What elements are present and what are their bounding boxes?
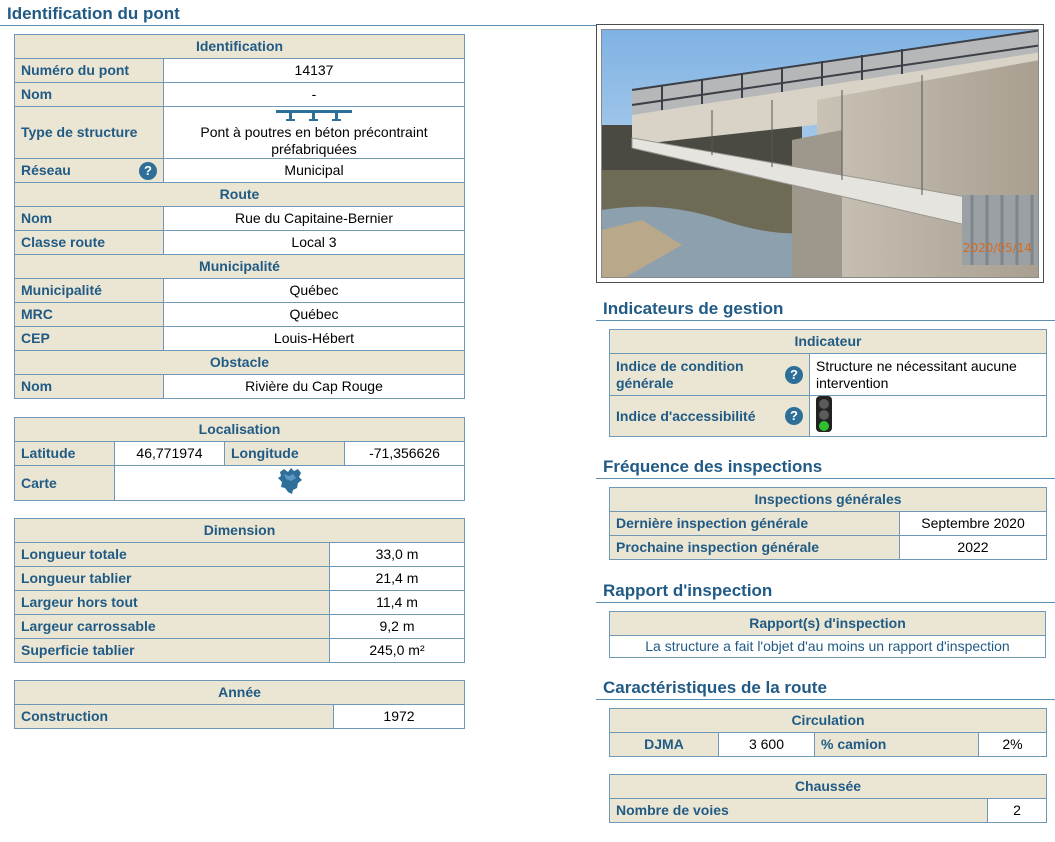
municipalite-header: Municipalité: [14, 254, 465, 279]
djma-label: DJMA: [609, 732, 719, 757]
municipalite-value: Québec: [163, 278, 465, 303]
rapport-link[interactable]: La structure a fait l'objet d'au moins u…: [609, 635, 1046, 658]
latitude-label: Latitude: [14, 441, 115, 466]
reseau-value: Municipal: [163, 158, 465, 183]
nombre-voies-value: 2: [987, 798, 1047, 823]
derniere-inspection-label: Dernière inspection générale: [609, 511, 900, 536]
bridge-photo[interactable]: 2020/05/14: [596, 24, 1044, 283]
cep-value: Louis-Hébert: [163, 326, 465, 351]
obstacle-nom-label: Nom: [14, 374, 164, 399]
nombre-voies-label: Nombre de voies: [609, 798, 988, 823]
longueur-totale-value: 33,0 m: [328, 542, 466, 567]
accessibilite-label: Indice d'accessibilité: [616, 407, 756, 424]
largeur-carrossable-value: 9,2 m: [328, 614, 466, 639]
localisation-table: Localisation Latitude 46,771974 Longitud…: [14, 417, 465, 501]
obstacle-nom-value: Rivière du Cap Rouge: [163, 374, 465, 399]
longitude-label: Longitude: [224, 441, 345, 466]
type-structure-value: Pont à poutres en béton précontraint pré…: [200, 124, 428, 157]
chaussee-header: Chaussée: [609, 774, 1047, 799]
mrc-label: MRC: [14, 302, 164, 327]
section-title-caracteristiques: Caractéristiques de la route: [596, 677, 1055, 700]
largeur-carrossable-label: Largeur carrossable: [14, 614, 330, 639]
longueur-totale-label: Longueur totale: [14, 542, 330, 567]
reseau-label: Réseau: [21, 162, 71, 178]
prochaine-inspection-value: 2022: [899, 535, 1047, 560]
bridge-photo-image: 2020/05/14: [601, 29, 1039, 278]
help-icon[interactable]: ?: [139, 161, 157, 180]
quebec-map-icon: [277, 468, 302, 494]
localisation-header: Localisation: [14, 417, 465, 442]
classe-route-label: Classe route: [14, 230, 164, 255]
circulation-table: Circulation DJMA 3 600 % camion 2%: [609, 708, 1047, 757]
nom-label: Nom: [14, 82, 164, 107]
identification-header: Identification: [14, 34, 465, 59]
prochaine-inspection-label: Prochaine inspection générale: [609, 535, 900, 560]
rapport-table: Rapport(s) d'inspection La structure a f…: [609, 611, 1046, 658]
construction-label: Construction: [14, 704, 334, 729]
reseau-label-cell: Réseau ?: [14, 158, 164, 183]
route-header: Route: [14, 182, 465, 207]
djma-value: 3 600: [718, 732, 815, 757]
superficie-tablier-value: 245,0 m²: [328, 638, 466, 663]
beam-bridge-icon: [276, 110, 352, 121]
cep-label: CEP: [14, 326, 164, 351]
carte-link[interactable]: [275, 466, 305, 500]
carte-cell: [114, 465, 465, 501]
largeur-hors-tout-label: Largeur hors tout: [14, 590, 330, 615]
latitude-value: 46,771974: [114, 441, 225, 466]
annee-header: Année: [13, 680, 466, 705]
dimension-table: Dimension Longueur totale 33,0 m Longueu…: [13, 518, 466, 663]
frequence-table: Inspections générales Dernière inspectio…: [609, 487, 1047, 560]
superficie-tablier-label: Superficie tablier: [14, 638, 330, 663]
route-nom-label: Nom: [14, 206, 164, 231]
condition-value: Structure ne nécessitant aucune interven…: [809, 353, 1047, 396]
photo-date: 2020/05/14: [962, 241, 1032, 255]
traffic-light-icon: [816, 396, 832, 432]
camion-label: % camion: [814, 732, 979, 757]
dimension-header: Dimension: [13, 518, 466, 543]
condition-label-cell: Indice de condition générale ?: [609, 353, 810, 396]
nom-value: -: [163, 82, 465, 107]
accessibilite-label-cell: Indice d'accessibilité ?: [609, 395, 810, 437]
condition-label: Indice de condition générale: [616, 357, 744, 391]
derniere-inspection-value: Septembre 2020: [899, 511, 1047, 536]
section-title-indicateurs: Indicateurs de gestion: [596, 298, 1055, 321]
type-structure-cell: Pont à poutres en béton précontraint pré…: [163, 106, 465, 159]
longueur-tablier-label: Longueur tablier: [14, 566, 330, 591]
numero-label: Numéro du pont: [14, 58, 164, 83]
municipalite-label: Municipalité: [14, 278, 164, 303]
help-icon[interactable]: ?: [785, 407, 803, 425]
camion-value: 2%: [978, 732, 1047, 757]
numero-value: 14137: [163, 58, 465, 83]
construction-value: 1972: [332, 704, 466, 729]
largeur-hors-tout-value: 11,4 m: [328, 590, 466, 615]
mrc-value: Québec: [163, 302, 465, 327]
indicateur-header: Indicateur: [609, 329, 1047, 354]
obstacle-header: Obstacle: [14, 350, 465, 375]
annee-table: Année Construction 1972: [13, 680, 466, 729]
indicateurs-table: Indicateur Indice de condition générale …: [609, 329, 1047, 437]
section-title-identification: Identification du pont: [0, 3, 596, 26]
identification-table: Identification Numéro du pont 14137 Nom …: [14, 34, 465, 399]
carte-label: Carte: [14, 465, 115, 501]
type-structure-label: Type de structure: [14, 106, 164, 159]
circulation-header: Circulation: [609, 708, 1047, 733]
accessibilite-cell: [809, 395, 1047, 437]
classe-route-value: Local 3: [163, 230, 465, 255]
inspections-generales-header: Inspections générales: [609, 487, 1047, 512]
section-title-frequence: Fréquence des inspections: [596, 456, 1055, 479]
route-nom-value: Rue du Capitaine-Bernier: [163, 206, 465, 231]
longueur-tablier-value: 21,4 m: [328, 566, 466, 591]
chaussee-table: Chaussée Nombre de voies 2: [609, 774, 1047, 823]
rapports-header: Rapport(s) d'inspection: [609, 611, 1046, 636]
help-icon[interactable]: ?: [785, 365, 803, 384]
longitude-value: -71,356626: [344, 441, 465, 466]
section-title-rapport: Rapport d'inspection: [596, 580, 1055, 603]
